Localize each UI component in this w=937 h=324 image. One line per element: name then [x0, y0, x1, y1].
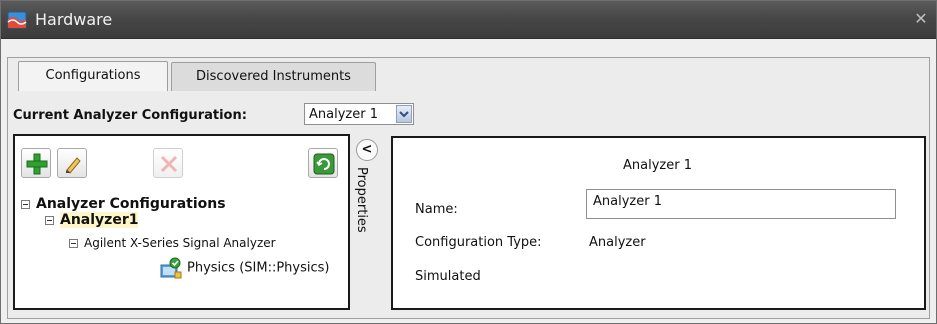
collapse-properties-button[interactable]: < — [356, 139, 378, 161]
properties-pane: Analyzer 1 Name: Analyzer 1 Configuratio… — [391, 136, 926, 310]
tree-node-label: Analyzer Configurations — [36, 196, 226, 212]
tree-node-label: Agilent X-Series Signal Analyzer — [84, 236, 276, 250]
collapse-toggle-icon[interactable] — [45, 215, 54, 225]
simulated-label: Simulated — [415, 269, 481, 284]
tree-node-analyzer1[interactable]: Analyzer1 — [45, 212, 139, 228]
collapse-toggle-icon[interactable] — [21, 199, 30, 209]
pencil-icon — [66, 157, 81, 174]
analyzer-config-select[interactable]: Analyzer 1 — [304, 103, 414, 125]
configuration-type-label: Configuration Type: — [415, 235, 542, 250]
simulated-instrument-icon — [160, 257, 182, 279]
properties-panel-label[interactable]: Properties — [354, 167, 369, 233]
tree-node-analyzer-configurations[interactable]: Analyzer Configurations — [21, 196, 226, 212]
tab-configurations[interactable]: Configurations — [18, 61, 168, 91]
tab-discovered-instruments[interactable]: Discovered Instruments — [171, 62, 376, 91]
configuration-tree-pane: Analyzer Configurations Analyzer1 Agilen… — [13, 134, 350, 310]
name-label: Name: — [415, 202, 458, 217]
edit-configuration-button[interactable] — [57, 148, 87, 178]
refresh-button[interactable] — [308, 148, 338, 178]
refresh-icon — [313, 153, 335, 175]
window-title: Hardware — [35, 10, 113, 29]
tree-node-instrument[interactable]: Agilent X-Series Signal Analyzer — [69, 236, 276, 250]
title-bar[interactable]: Hardware ✕ — [1, 1, 936, 39]
tree-node-label: Physics (SIM::Physics) — [187, 260, 330, 276]
hardware-window: Hardware ✕ Configurations Discovered Ins… — [0, 0, 937, 324]
hardware-app-icon — [7, 11, 27, 29]
delete-x-icon — [160, 155, 178, 173]
chevron-down-icon[interactable] — [396, 105, 412, 123]
analyzer-config-value: Analyzer 1 — [309, 107, 378, 122]
tree-node-physics[interactable]: Physics (SIM::Physics) — [159, 256, 330, 280]
plus-icon — [26, 153, 48, 175]
configuration-type-value: Analyzer — [589, 235, 646, 250]
delete-configuration-button[interactable] — [153, 148, 183, 178]
close-icon[interactable]: ✕ — [912, 10, 930, 28]
tree-node-label: Analyzer1 — [60, 212, 139, 228]
add-configuration-button[interactable] — [21, 148, 51, 178]
name-field[interactable]: Analyzer 1 — [586, 189, 896, 219]
properties-header: Analyzer 1 — [623, 158, 692, 173]
collapse-toggle-icon[interactable] — [69, 239, 78, 248]
current-config-label: Current Analyzer Configuration: — [13, 108, 247, 123]
